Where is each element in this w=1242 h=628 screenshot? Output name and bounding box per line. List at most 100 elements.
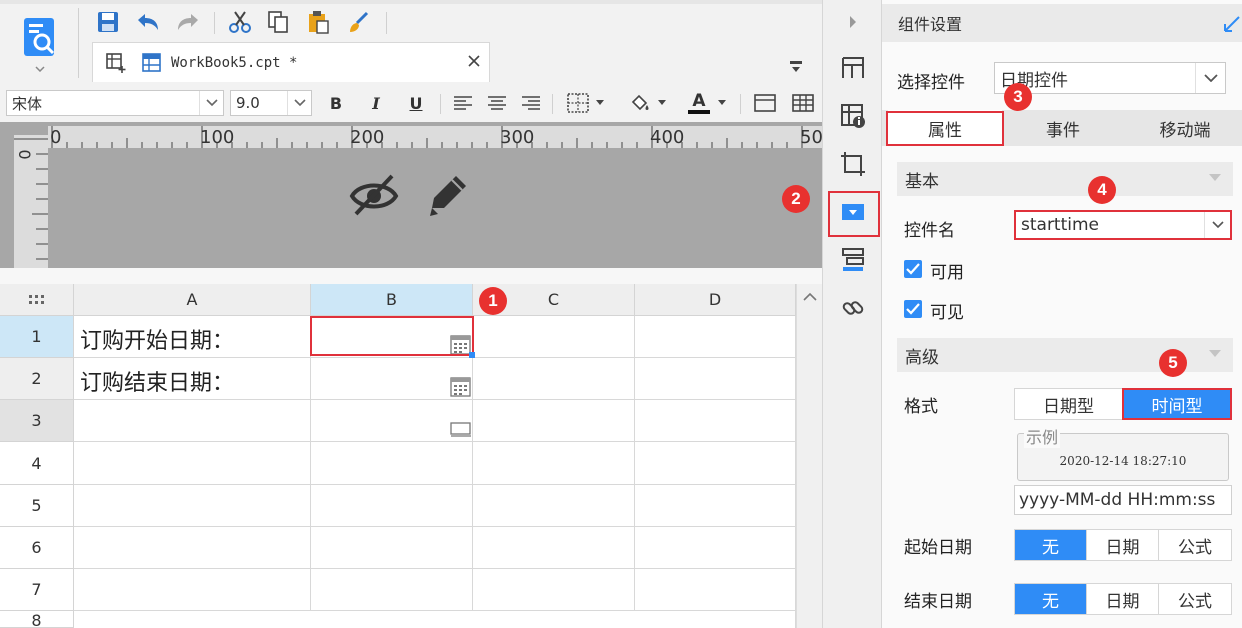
row-header-7[interactable]: 7 [0, 569, 74, 611]
align-left-button[interactable] [450, 90, 476, 116]
cell-a7[interactable] [74, 569, 311, 611]
select-all-corner[interactable] [0, 284, 74, 316]
cell-c2[interactable] [473, 358, 635, 400]
template-menu-button[interactable] [20, 12, 60, 76]
chevron-down-icon [718, 100, 726, 105]
cell-b7[interactable] [311, 569, 473, 611]
cell-d7[interactable] [635, 569, 796, 611]
font-color-button[interactable]: A [682, 88, 732, 118]
tab-events[interactable]: 事件 [1006, 110, 1120, 146]
hide-parameter-button[interactable] [346, 168, 402, 220]
cell-c7[interactable] [473, 569, 635, 611]
font-size-select[interactable]: 9.0 [230, 90, 312, 116]
column-header-a[interactable]: A [74, 284, 311, 316]
cell-b5[interactable] [311, 485, 473, 527]
copy-button[interactable] [264, 8, 292, 36]
section-basic-title: 基本 [905, 171, 939, 192]
row-header-4[interactable]: 4 [0, 442, 74, 485]
cell-info-button[interactable] [837, 100, 869, 132]
fill-color-button[interactable] [622, 90, 672, 116]
merge-cells-button[interactable] [752, 90, 778, 116]
separator [740, 94, 741, 114]
cell-d5[interactable] [635, 485, 796, 527]
cell-b2[interactable] [311, 358, 473, 400]
column-header-d[interactable]: D [635, 284, 796, 316]
cut-button[interactable] [226, 8, 254, 36]
cell-d6[interactable] [635, 527, 796, 569]
cell-b3[interactable] [311, 400, 473, 442]
tab-mobile[interactable]: 移动端 [1128, 110, 1242, 146]
cell-c4[interactable] [473, 442, 635, 485]
format-pattern-input[interactable]: yyyy-MM-dd HH:mm:ss [1014, 485, 1232, 515]
section-basic[interactable]: 基本 [897, 162, 1233, 196]
paste-button[interactable] [304, 8, 332, 36]
fill-handle[interactable] [469, 352, 475, 358]
cell-c5[interactable] [473, 485, 635, 527]
undo-button[interactable] [134, 8, 162, 36]
cell-a6[interactable] [74, 527, 311, 569]
column-header-b[interactable]: B [311, 284, 473, 316]
button-widget-icon[interactable] [450, 420, 472, 438]
resize-arrow-icon[interactable] [1224, 16, 1240, 32]
row-header-1[interactable]: 1 [0, 316, 74, 358]
start-date-formula-option[interactable]: 公式 [1159, 530, 1231, 560]
table-icon [792, 94, 814, 112]
align-right-button[interactable] [518, 90, 544, 116]
date-widget-icon[interactable] [450, 376, 472, 398]
row-header-8[interactable]: 8 [0, 611, 74, 628]
visible-checkbox[interactable] [904, 300, 922, 318]
redo-button[interactable] [174, 8, 202, 36]
cell-b4[interactable] [311, 442, 473, 485]
format-painter-button[interactable] [344, 8, 372, 36]
end-date-formula-option[interactable]: 公式 [1159, 584, 1231, 614]
row-header-3[interactable]: 3 [0, 400, 74, 442]
end-date-label: 结束日期 [904, 592, 972, 612]
tab-workbook[interactable]: WorkBook5.cpt * [92, 42, 490, 82]
enabled-checkbox[interactable] [904, 260, 922, 278]
underline-button[interactable]: U [404, 90, 428, 116]
chevron-up-icon [803, 292, 817, 301]
border-button[interactable] [560, 90, 610, 116]
cell-b6[interactable] [311, 527, 473, 569]
chevron-down-icon [293, 99, 306, 107]
parameter-design-area[interactable] [0, 148, 822, 268]
start-date-date-option[interactable]: 日期 [1087, 530, 1159, 560]
font-color-icon: A [688, 92, 710, 114]
row-header-5[interactable]: 5 [0, 485, 74, 527]
widget-name-input[interactable]: starttime [1014, 210, 1232, 240]
vertical-scrollbar[interactable] [796, 284, 822, 628]
row-header-6[interactable]: 6 [0, 527, 74, 569]
cell-d2[interactable] [635, 358, 796, 400]
cell-c6[interactable] [473, 527, 635, 569]
cell-c3[interactable] [473, 400, 635, 442]
cell-element-button[interactable] [837, 52, 869, 84]
paste-icon [309, 11, 329, 34]
float-element-button[interactable] [837, 148, 869, 180]
cell-a4[interactable] [74, 442, 311, 485]
end-date-none-option[interactable]: 无 [1015, 584, 1087, 614]
align-center-button[interactable] [484, 90, 510, 116]
close-tab-button[interactable] [467, 54, 481, 72]
cell-a3[interactable] [74, 400, 311, 442]
cell-row-8[interactable] [74, 611, 796, 628]
separator [552, 94, 553, 114]
cell-d1[interactable] [635, 316, 796, 358]
cell-c1[interactable] [473, 316, 635, 358]
collapse-panel-button[interactable] [837, 6, 869, 38]
font-name-select[interactable]: 宋体 [6, 90, 224, 116]
bold-button[interactable]: B [324, 90, 348, 116]
start-date-none-option[interactable]: 无 [1015, 530, 1087, 560]
tab-menu-button[interactable] [784, 54, 808, 78]
format-date-option[interactable]: 日期型 [1015, 389, 1123, 419]
end-date-date-option[interactable]: 日期 [1087, 584, 1159, 614]
cell-d4[interactable] [635, 442, 796, 485]
table-grid-button[interactable] [790, 90, 816, 116]
italic-button[interactable]: I [364, 90, 388, 116]
hyperlink-button[interactable] [837, 292, 869, 324]
row-header-2[interactable]: 2 [0, 358, 74, 400]
condition-attribute-button[interactable] [837, 244, 869, 276]
edit-parameter-button[interactable] [422, 168, 474, 220]
save-button[interactable] [94, 8, 122, 36]
cell-d3[interactable] [635, 400, 796, 442]
cell-a5[interactable] [74, 485, 311, 527]
